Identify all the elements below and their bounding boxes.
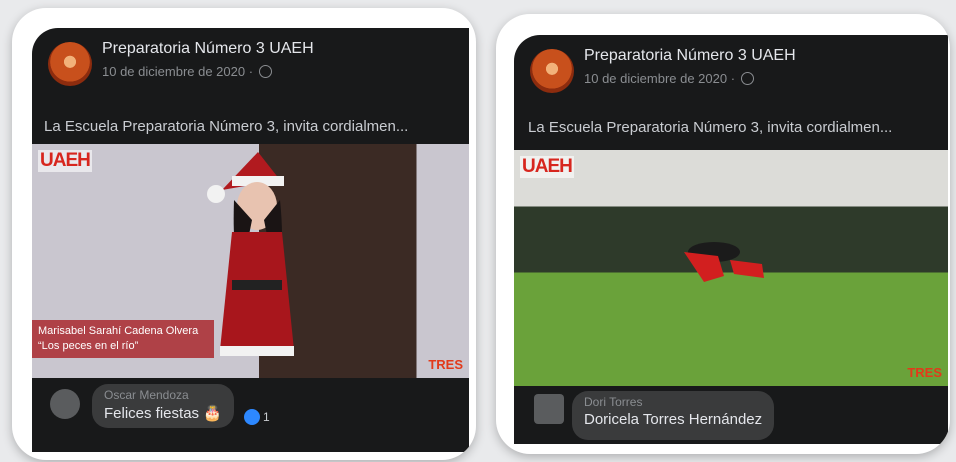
post-header: Preparatoria Número 3 UAEH 10 de diciemb… [40,30,469,100]
caption-name: Marisabel Sarahí Cadena Olvera [38,325,199,337]
post-card: Preparatoria Número 3 UAEH 10 de diciemb… [496,14,950,454]
tres-watermark: TRES [907,365,942,380]
caption-title: “Los peces en el río” [38,340,139,352]
comment-reactions[interactable]: 1 [244,409,270,425]
globe-icon [740,72,754,85]
post-screen: Preparatoria Número 3 UAEH 10 de diciemb… [32,28,469,452]
commenter-avatar[interactable] [534,394,564,424]
comment-text: Doricela Torres Hernández [584,411,763,428]
page-name-link[interactable]: Preparatoria Número 3 UAEH [102,40,314,58]
post-screen: Preparatoria Número 3 UAEH 10 de diciemb… [514,35,948,444]
uaeh-logo: UAEH [38,150,92,172]
uaeh-logo: UAEH [520,156,574,178]
commenter-avatar[interactable] [50,389,80,419]
comment-author[interactable]: Dori Torres [584,395,762,409]
video-caption: Marisabel Sarahí Cadena Olvera “Los pece… [32,320,214,358]
video-player[interactable]: UAEH TRES [514,150,948,386]
comment-bubble: Oscar Mendoza Felices fiestas 🎂 [92,384,234,428]
like-icon [244,409,260,425]
video-player[interactable]: UAEH Marisabel Sarahí Cadena Olvera “Los… [32,144,469,378]
post-date[interactable]: 10 de diciembre de 2020 · [102,64,272,79]
post-card: Preparatoria Número 3 UAEH 10 de diciemb… [12,8,476,460]
page-avatar[interactable] [530,49,574,93]
post-header: Preparatoria Número 3 UAEH 10 de diciemb… [522,37,948,107]
globe-icon [258,65,272,78]
page-avatar[interactable] [48,42,92,86]
like-count: 1 [263,410,270,424]
video-person [207,152,294,356]
comment-bubble: Dori Torres Doricela Torres Hernández [572,391,775,440]
post-date[interactable]: 10 de diciembre de 2020 · [584,71,754,86]
post-date-text: 10 de diciembre de 2020 · [584,71,736,86]
comment-text: Felices fiestas 🎂 [104,405,222,422]
tres-watermark: TRES [428,357,463,372]
comment-author[interactable]: Oscar Mendoza [104,388,222,402]
page-name-link[interactable]: Preparatoria Número 3 UAEH [584,47,796,65]
post-text[interactable]: La Escuela Preparatoria Número 3, invita… [528,119,892,136]
video-dancer [684,242,764,282]
post-text[interactable]: La Escuela Preparatoria Número 3, invita… [44,118,408,135]
post-date-text: 10 de diciembre de 2020 · [102,64,254,79]
